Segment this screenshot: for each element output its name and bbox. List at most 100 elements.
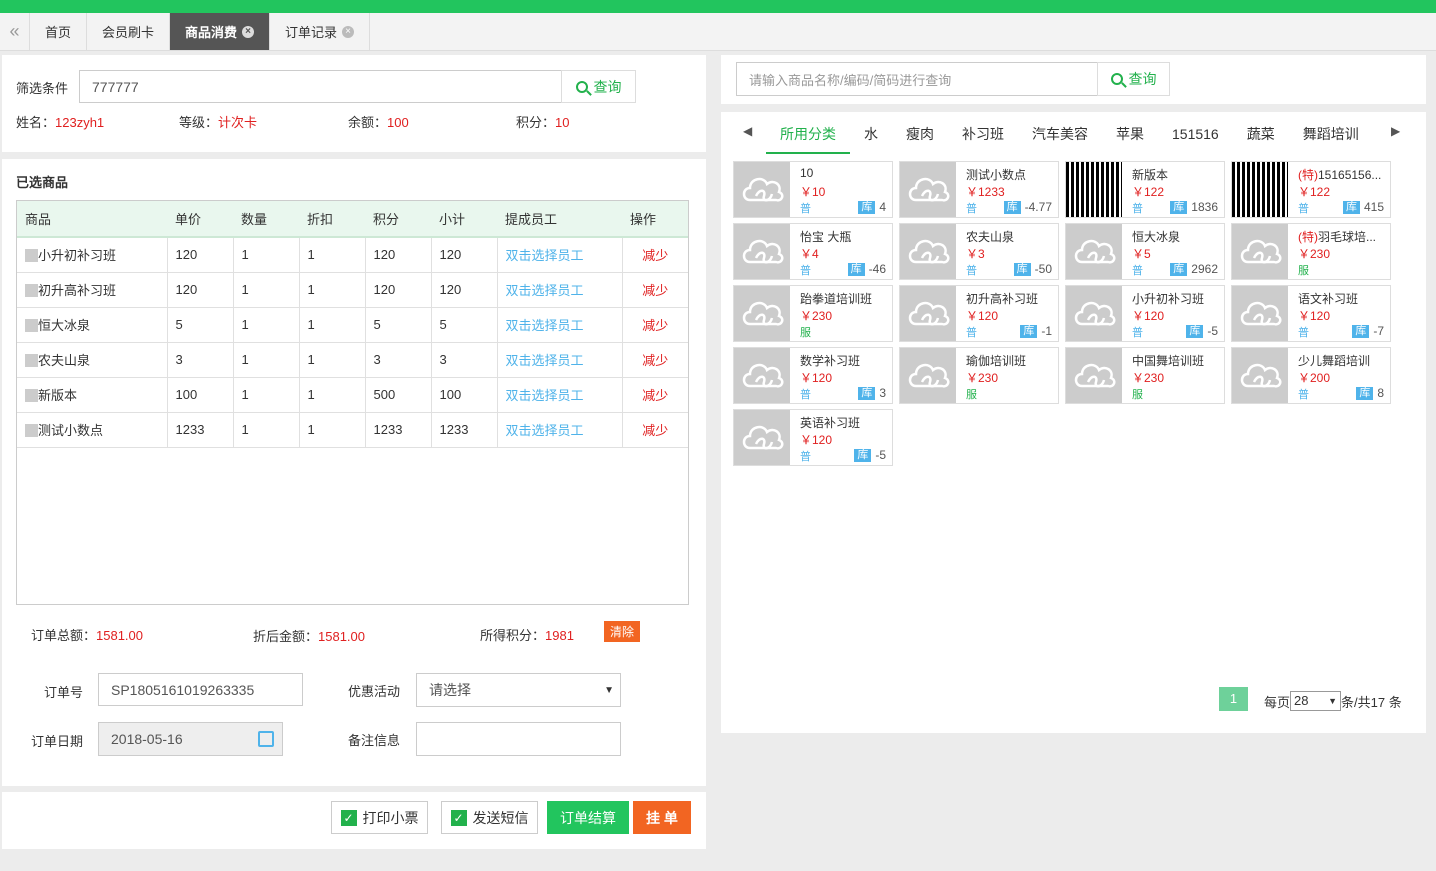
category-tab[interactable]: 汽车美容 [1018,114,1102,154]
decrease-button[interactable]: 减少 [622,307,688,343]
product-image [900,286,956,341]
checkbox-icon[interactable]: ✓ [450,809,467,826]
close-icon[interactable]: × [242,25,255,38]
tab-order-records[interactable]: 订单记录 × [270,13,371,50]
table-row[interactable]: 小升初补习班 120 1 1 120 120 双击选择员工 减少 [17,237,688,273]
cell-disc: 1 [299,377,366,413]
page-1-button[interactable]: 1 [1219,687,1248,711]
tab-scroll-left-button[interactable]: « [0,13,30,50]
category-tab[interactable]: 蔬菜 [1233,114,1289,154]
product-stock: 库 -4.77 [1003,200,1052,214]
category-tab[interactable]: 补习班 [948,114,1018,154]
product-card[interactable]: 语文补习班 ￥120 普 库 -7 [1231,285,1391,342]
product-card[interactable]: 数学补习班 ￥120 普 库 3 [733,347,893,404]
product-type-badge: 服 [800,327,811,339]
product-card[interactable]: 少儿舞蹈培训 ￥200 普 库 8 [1231,347,1391,404]
category-tab[interactable]: 151516 [1158,114,1233,154]
checkbox-icon[interactable]: ✓ [340,809,357,826]
product-name: 农夫山泉 [966,230,1015,244]
cell-disc: 1 [299,412,366,448]
product-type-badge: 普 [966,327,977,339]
product-card[interactable]: 测试小数点 ￥1233 普 库 -4.77 [899,161,1059,218]
filter-input[interactable]: 777777 [79,70,562,103]
decrease-button[interactable]: 减少 [622,412,688,448]
product-card[interactable]: (特)15165156... ￥122 普 库 415 [1231,161,1391,218]
select-staff-cell[interactable]: 双击选择员工 [497,237,623,273]
select-staff-cell[interactable]: 双击选择员工 [497,272,623,308]
category-tab[interactable]: 水 [850,114,892,154]
cell-name: 测试小数点 [17,412,168,448]
filter-value: 777777 [92,78,139,95]
product-card[interactable]: 初升高补习班 ￥120 普 库 -1 [899,285,1059,342]
product-search-input[interactable]: 请输入商品名称/编码/简码进行查询 [736,62,1098,96]
promo-select[interactable]: 请选择 ▼ [416,673,621,707]
product-card[interactable]: 恒大冰泉 ￥5 普 库 2962 [1065,223,1225,280]
table-row[interactable]: 农夫山泉 3 1 1 3 3 双击选择员工 减少 [17,342,688,378]
table-row[interactable]: 测试小数点 1233 1 1 1233 1233 双击选择员工 减少 [17,412,688,448]
product-price: ￥122 [1298,185,1331,199]
product-card[interactable]: (特)羽毛球培... ￥230 服 [1231,223,1391,280]
product-card[interactable]: 农夫山泉 ￥3 普 库 -50 [899,223,1059,280]
tab-home[interactable]: 首页 [30,13,88,50]
cell-pts: 5 [365,307,432,343]
product-name: (特)15165156... [1298,168,1382,182]
product-card[interactable]: 中国舞培训班 ￥230 服 [1065,347,1225,404]
select-staff-cell[interactable]: 双击选择员工 [497,412,623,448]
category-tab[interactable]: 所用分类 [766,114,850,154]
tab-member-card[interactable]: 会员刷卡 [87,13,171,50]
order-total: 订单总额：1581.00 [31,628,144,643]
category-next-icon[interactable]: ▶ [1391,124,1400,138]
product-card[interactable]: 英语补习班 ￥120 普 库 -5 [733,409,893,466]
decrease-button[interactable]: 减少 [622,377,688,413]
filter-query-button[interactable]: 查询 [561,70,636,103]
print-receipt-toggle[interactable]: ✓ 打印小票 [331,801,428,834]
hang-order-button[interactable]: 挂 单 [633,801,691,834]
table-row[interactable]: 初升高补习班 120 1 1 120 120 双击选择员工 减少 [17,272,688,308]
product-card[interactable]: 怡宝 大瓶 ￥4 普 库 -46 [733,223,893,280]
table-row[interactable]: 新版本 100 1 1 500 100 双击选择员工 减少 [17,377,688,413]
product-thumbnail [25,319,38,332]
selected-panel: 已选商品 商品 单价 数量 折扣 积分 小计 提成员工 操作 小升初补习班 120 1 1 120 12… [2,159,706,786]
product-price: ￥10 [800,185,826,199]
product-card[interactable]: 瑜伽培训班 ￥230 服 [899,347,1059,404]
product-card[interactable]: 新版本 ￥122 普 库 1836 [1065,161,1225,218]
product-card[interactable]: 跆拳道培训班 ￥230 服 [733,285,893,342]
product-type-badge: 服 [1132,389,1143,401]
table-row[interactable]: 恒大冰泉 5 1 1 5 5 双击选择员工 减少 [17,307,688,343]
send-sms-toggle[interactable]: ✓ 发送短信 [441,801,538,834]
select-staff-cell[interactable]: 双击选择员工 [497,307,623,343]
decrease-button[interactable]: 减少 [622,342,688,378]
category-tab[interactable]: 苹果 [1102,114,1158,154]
product-search-button[interactable]: 查询 [1097,62,1170,96]
product-name: 跆拳道培训班 [800,292,873,306]
product-image [734,162,790,217]
chevron-down-icon: ▼ [604,684,614,696]
select-staff-cell[interactable]: 双击选择员工 [497,377,623,413]
discounted-total: 折后金额：1581.00 [253,629,366,644]
category-tab[interactable]: 舞蹈培训 [1289,114,1373,154]
calendar-icon[interactable] [258,731,274,747]
close-icon[interactable]: × [342,25,355,38]
member-balance: 余额：100 [348,115,409,130]
order-date-field[interactable]: 2018-05-16 [98,722,283,756]
category-tab[interactable]: 瘦肉 [892,114,948,154]
remark-field[interactable] [416,722,621,756]
product-image [1066,348,1122,403]
select-staff-cell[interactable]: 双击选择员工 [497,342,623,378]
product-thumbnail [25,354,38,367]
tab-product-consume[interactable]: 商品消费 × [170,13,271,50]
product-card[interactable]: 小升初补习班 ￥120 普 库 -5 [1065,285,1225,342]
order-no-field[interactable]: SP1805161019263335 [98,673,303,706]
product-stock: 库 -50 [1013,262,1052,276]
settle-order-button[interactable]: 订单结算 [547,801,629,834]
per-page-label: 每页 [1264,694,1291,710]
category-prev-icon[interactable]: ◀ [743,124,752,138]
cell-price: 120 [167,272,234,308]
per-page-select[interactable]: 28 ▼ [1290,691,1342,711]
decrease-button[interactable]: 减少 [622,272,688,308]
clear-button[interactable]: 清除 [604,621,641,642]
product-card[interactable]: 10 ￥10 普 库 4 [733,161,893,218]
product-name: (特)羽毛球培... [1298,230,1377,244]
decrease-button[interactable]: 减少 [622,237,688,273]
product-price: ￥3 [966,247,985,261]
